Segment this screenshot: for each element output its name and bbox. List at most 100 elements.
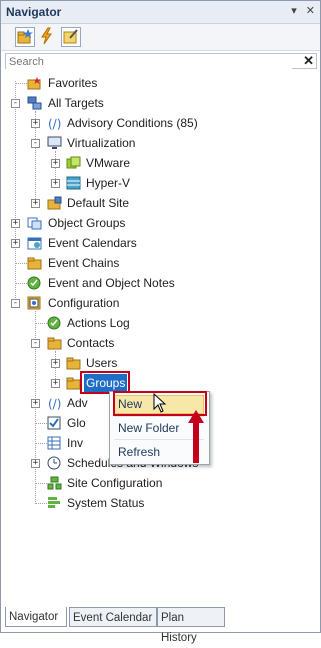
svg-text:(/): (/): [48, 397, 61, 410]
tree-item-label: Default Site: [67, 196, 130, 210]
tree-item-label: Advisory Conditions (85): [67, 116, 198, 130]
tree-item-label: Event and Object Notes: [48, 276, 175, 290]
tree-item-label: Event Chains: [48, 256, 120, 270]
tree-item-event-object-notes[interactable]: Event and Object Notes: [1, 273, 320, 293]
tree-item-label: Favorites: [48, 76, 98, 90]
actions-log-icon: [47, 316, 61, 330]
tree-item-label: Adv: [67, 396, 88, 410]
tree-item-configuration[interactable]: - Configuration: [1, 293, 320, 313]
panel-title: Navigator: [6, 5, 62, 19]
tree-item-users[interactable]: + Users: [1, 353, 320, 373]
navigator-panel: Navigator ▾ ✕ ✕: [0, 0, 321, 644]
network-targets-icon: [27, 96, 42, 110]
users-folder-icon: [66, 357, 81, 370]
monitor-icon: [47, 136, 62, 149]
collapse-toggle[interactable]: -: [11, 299, 20, 308]
clear-search-icon[interactable]: ✕: [303, 53, 314, 69]
tree-item-advisory-conditions[interactable]: + (/) Advisory Conditions (85): [1, 113, 320, 133]
search-input[interactable]: [6, 54, 292, 70]
tree-item-event-calendars[interactable]: + Event Calendars: [1, 233, 320, 253]
navigator-tree: Favorites - All Targets + (/) Advisory C…: [1, 71, 320, 601]
tree-item-event-chains[interactable]: Event Chains: [1, 253, 320, 273]
tree-item-label: Configuration: [48, 296, 120, 310]
tree-item-label: Site Configuration: [67, 476, 163, 490]
tree-item-system-status[interactable]: System Status: [1, 493, 320, 513]
chain-folder-icon: [27, 257, 42, 270]
expand-toggle[interactable]: +: [11, 239, 20, 248]
action-button[interactable]: [38, 27, 58, 47]
expand-toggle[interactable]: +: [31, 119, 40, 128]
vmware-icon: [66, 156, 81, 169]
tree-item-groups[interactable]: + Groups: [1, 373, 320, 393]
panel-titlebar: Navigator ▾ ✕: [1, 1, 320, 24]
tree-item-default-site[interactable]: + Default Site: [1, 193, 320, 213]
contacts-folder-icon: [47, 337, 62, 350]
favorites-folder-icon: [27, 77, 41, 90]
folder-star-icon: [17, 29, 33, 44]
schedule-clock-icon: [47, 456, 61, 470]
tree-item-label: Users: [86, 356, 118, 370]
tab-navigator[interactable]: Navigator: [5, 607, 67, 627]
calendar-icon: [27, 237, 42, 250]
collapse-toggle[interactable]: -: [11, 99, 20, 108]
system-status-icon: [48, 497, 60, 508]
svg-text:(/): (/): [48, 117, 61, 130]
tree-item-actions-log[interactable]: Actions Log: [1, 313, 320, 333]
tree-item-virtualization[interactable]: - Virtualization: [1, 133, 320, 153]
tree-item-label: Actions Log: [67, 316, 130, 330]
inventory-table-icon: [47, 436, 61, 450]
notes-globe-icon: [27, 276, 41, 290]
tree-item-label: Glo: [67, 416, 86, 430]
bottom-tab-strip: Navigator Event Calendar Plan History: [5, 607, 317, 644]
expand-toggle[interactable]: +: [51, 359, 60, 368]
tree-item-label: System Status: [67, 496, 145, 510]
tree-item-vmware[interactable]: + VMware: [1, 153, 320, 173]
tree-item-site-configuration[interactable]: Site Configuration: [1, 473, 320, 493]
advisory-icon: (/): [48, 117, 61, 130]
hyperv-icon: [66, 176, 81, 190]
tree-item-contacts[interactable]: - Contacts: [1, 333, 320, 353]
expand-toggle[interactable]: +: [31, 199, 40, 208]
site-icon: [47, 196, 62, 210]
groups-folder-icon: [66, 377, 81, 390]
lightning-icon: [41, 27, 52, 45]
tree-item-label: Virtualization: [67, 136, 136, 150]
expand-toggle[interactable]: +: [51, 379, 60, 388]
tab-event-calendar[interactable]: Event Calendar: [69, 607, 157, 627]
expand-toggle[interactable]: +: [51, 159, 60, 168]
site-config-icon: [47, 476, 62, 490]
checkbox-doc-icon: [47, 416, 61, 430]
close-panel-icon[interactable]: ✕: [306, 5, 315, 17]
tree-item-all-targets[interactable]: - All Targets: [1, 93, 320, 113]
expand-toggle[interactable]: +: [31, 399, 40, 408]
panel-toolbar: [1, 24, 320, 51]
up-arrow-icon: [188, 410, 204, 463]
note-pencil-icon: [63, 29, 78, 44]
mouse-cursor-icon: [153, 393, 167, 413]
tree-item-label: Contacts: [67, 336, 115, 350]
tree-item-label: Hyper-V: [86, 176, 131, 190]
add-folder-button[interactable]: [15, 27, 35, 47]
tab-plan-history[interactable]: Plan History: [157, 607, 225, 644]
tree-item-hyperv[interactable]: + Hyper-V: [1, 173, 320, 193]
menu-item-new-folder[interactable]: New Folder: [118, 421, 179, 435]
tree-item-label: Object Groups: [48, 216, 126, 230]
notes-button[interactable]: [61, 27, 81, 47]
expand-toggle[interactable]: +: [51, 179, 60, 188]
collapse-toggle[interactable]: -: [31, 339, 40, 348]
tree-item-label: Inv: [67, 436, 84, 450]
tree-item-object-groups[interactable]: + Object Groups: [1, 213, 320, 233]
tree-item-label: Event Calendars: [48, 236, 137, 250]
pin-dropdown-icon[interactable]: ▾: [291, 5, 297, 17]
object-groups-icon: [27, 217, 42, 230]
tree-item-label: All Targets: [48, 96, 104, 110]
search-box[interactable]: ✕: [5, 53, 317, 70]
tree-item-label: VMware: [86, 156, 131, 170]
menu-item-refresh[interactable]: Refresh: [118, 445, 160, 459]
advisory-icon: (/): [48, 397, 61, 410]
tree-item-favorites[interactable]: Favorites: [1, 73, 320, 93]
expand-toggle[interactable]: +: [11, 219, 20, 228]
expand-toggle[interactable]: +: [31, 459, 40, 468]
collapse-toggle[interactable]: -: [31, 139, 40, 148]
configuration-icon: [27, 296, 41, 310]
